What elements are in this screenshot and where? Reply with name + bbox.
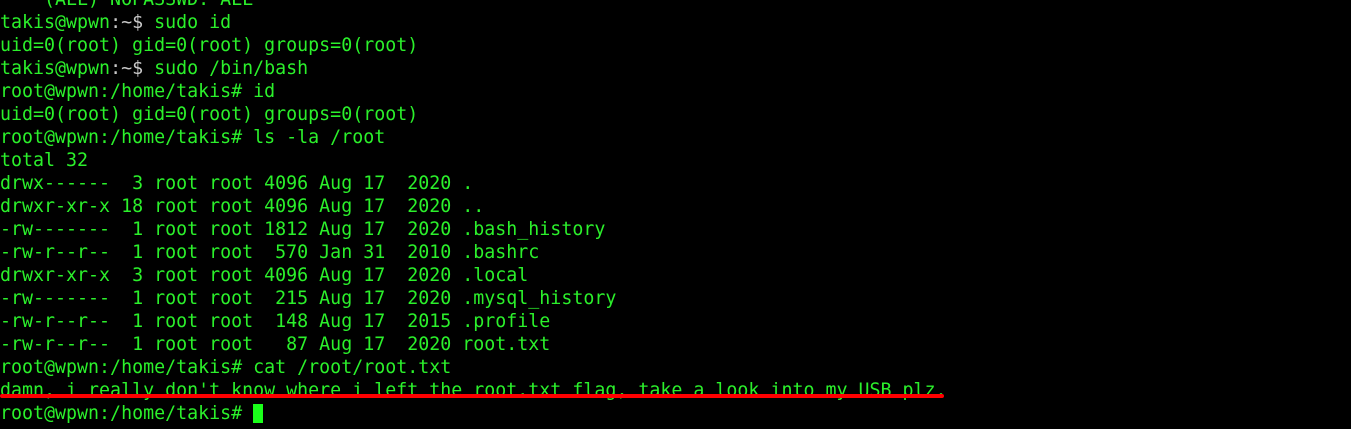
terminal-line: uid=0(root) gid=0(root) groups=0(root) [0,104,419,125]
directory-listing-row: -rw-r--r-- 1 root root 148 Aug 17 2015 .… [0,311,551,332]
prompt-path: :~$ [110,12,144,33]
directory-listing-row: drwxr-xr-x 18 root root 4096 Aug 17 2020… [0,196,485,217]
terminal-input-line[interactable]: root@wpwn:/home/takis# [0,402,947,425]
prompt-path: :~$ [110,58,144,79]
terminal-line: (ALL) NOPASSWD: ALL [0,0,947,11]
terminal-prompt-line: takis@wpwn:~$ sudo id [0,11,947,34]
root-txt-message: damn, i really don't know where i left t… [0,380,947,401]
directory-listing-row: drwx------ 3 root root 4096 Aug 17 2020 … [0,173,474,194]
terminal-cursor [253,404,264,423]
directory-listing-row: -rw------- 1 root root 1812 Aug 17 2020 … [0,219,606,240]
terminal-line: root@wpwn:/home/takis# id [0,81,276,102]
directory-listing-row: drwxr-xr-x 3 root root 4096 Aug 17 2020 … [0,265,529,286]
prompt-command: sudo /bin/bash [143,58,309,79]
terminal-line: root@wpwn:/home/takis# ls -la /root [0,127,386,148]
red-underline-annotation [0,394,944,398]
prompt-user-host: takis@wpwn [0,58,111,79]
prompt-command: sudo id [143,12,232,33]
directory-listing-row: -rw-r--r-- 1 root root 570 Jan 31 2010 .… [0,242,540,263]
terminal-window[interactable]: (ALL) NOPASSWD: ALL takis@wpwn:~$ sudo i… [0,0,1351,429]
terminal-line: root@wpwn:/home/takis# cat /root/root.tx… [0,357,452,378]
terminal-output: (ALL) NOPASSWD: ALL takis@wpwn:~$ sudo i… [0,0,947,425]
terminal-line: total 32 [0,150,89,171]
active-prompt: root@wpwn:/home/takis# [0,403,254,424]
terminal-prompt-line: takis@wpwn:~$ sudo /bin/bash [0,57,947,80]
directory-listing-row: -rw-r--r-- 1 root root 87 Aug 17 2020 ro… [0,334,551,355]
directory-listing-row: -rw------- 1 root root 215 Aug 17 2020 .… [0,288,617,309]
terminal-line: uid=0(root) gid=0(root) groups=0(root) [0,35,419,56]
prompt-user-host: takis@wpwn [0,12,111,33]
